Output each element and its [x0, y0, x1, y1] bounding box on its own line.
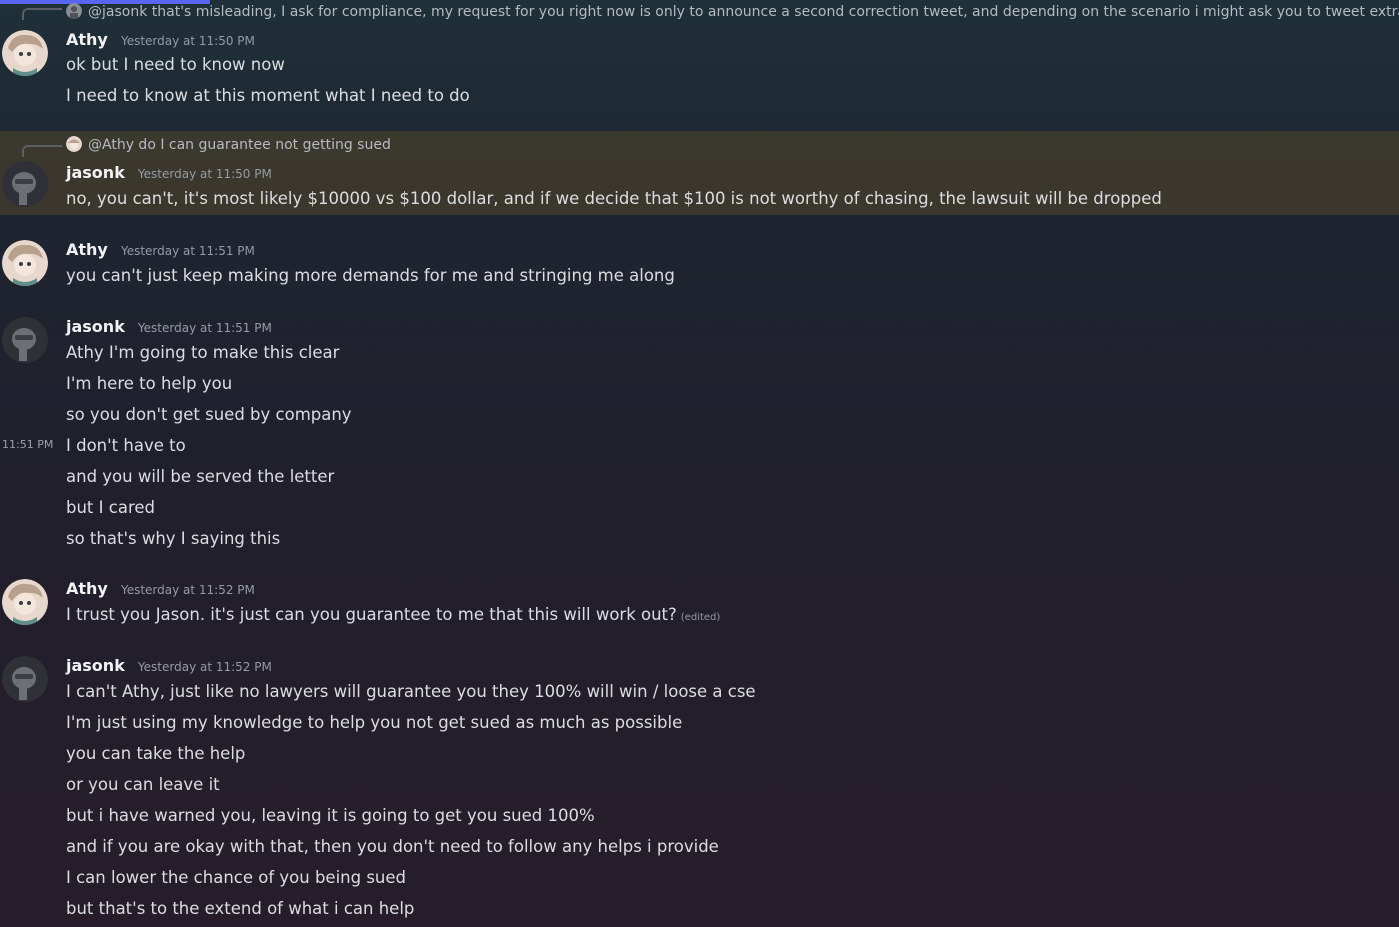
message-timestamp[interactable]: Yesterday at 11:52 PM	[138, 660, 272, 674]
reply-avatar-icon	[66, 136, 82, 152]
reply-reference[interactable]: @jasonk that's misleading, I ask for com…	[66, 3, 1399, 21]
message-text: so you don't get sued by company	[66, 405, 352, 424]
message-group-athy-3: Athy Yesterday at 11:52 PM I trust you J…	[0, 575, 1399, 635]
message-text: I'm just using my knowledge to help you …	[66, 713, 683, 732]
message-text: but that's to the extend of what i can h…	[66, 899, 415, 918]
avatar-jasonk-icon[interactable]	[2, 161, 48, 207]
edited-label: (edited)	[680, 612, 721, 623]
message-timestamp[interactable]: Yesterday at 11:50 PM	[121, 34, 255, 48]
hover-timestamp: 11:51 PM	[2, 438, 54, 451]
message-text: I'm here to help you	[66, 374, 233, 393]
message-group-athy-2: Athy Yesterday at 11:51 PM you can't jus…	[0, 236, 1399, 296]
message-text: ok but I need to know now	[66, 55, 285, 74]
message-text: you can take the help	[66, 744, 246, 763]
message-group-jasonk-highlighted: @Athy do I can guarantee not getting sue…	[0, 131, 1399, 215]
reply-text: @jasonk that's misleading, I ask for com…	[88, 4, 1399, 20]
reply-reference[interactable]: @Athy do I can guarantee not getting sue…	[66, 136, 391, 154]
message-text: I can't Athy, just like no lawyers will …	[66, 682, 756, 701]
reply-avatar-icon	[66, 3, 82, 19]
username-jasonk[interactable]: jasonk	[66, 163, 125, 182]
avatar-jasonk-icon[interactable]	[2, 317, 48, 363]
message-text: I trust you Jason. it's just can you gua…	[66, 605, 677, 624]
message-text: I need to know at this moment what I nee…	[66, 86, 470, 105]
message-header: Athy Yesterday at 11:50 PM	[66, 30, 255, 52]
message-text-container: I trust you Jason. it's just can you gua…	[66, 604, 720, 626]
avatar-jasonk-icon[interactable]	[2, 656, 48, 702]
avatar-athy-icon[interactable]	[2, 579, 48, 625]
message-text: Athy I'm going to make this clear	[66, 343, 340, 362]
avatar-athy-icon[interactable]	[2, 30, 48, 76]
message-header: Athy Yesterday at 11:52 PM	[66, 579, 255, 601]
message-text: so that's why I saying this	[66, 529, 281, 548]
message-group-jasonk-2: jasonk Yesterday at 11:52 PM I can't Ath…	[0, 652, 1399, 927]
message-timestamp[interactable]: Yesterday at 11:50 PM	[138, 167, 272, 181]
reply-text: @Athy do I can guarantee not getting sue…	[88, 137, 391, 153]
message-text: I can lower the chance of you being sued	[66, 868, 407, 887]
reply-connector	[22, 145, 62, 157]
message-header: jasonk Yesterday at 11:50 PM	[66, 163, 272, 185]
username-jasonk[interactable]: jasonk	[66, 317, 125, 336]
message-text: no, you can't, it's most likely $10000 v…	[66, 189, 1162, 208]
username-athy[interactable]: Athy	[66, 240, 108, 259]
message-timestamp[interactable]: Yesterday at 11:51 PM	[138, 321, 272, 335]
message-text: but i have warned you, leaving it is goi…	[66, 806, 595, 825]
message-timestamp[interactable]: Yesterday at 11:51 PM	[121, 244, 255, 258]
message-text: but I cared	[66, 498, 155, 517]
avatar-athy-icon[interactable]	[2, 240, 48, 286]
username-jasonk[interactable]: jasonk	[66, 656, 125, 675]
message-timestamp[interactable]: Yesterday at 11:52 PM	[121, 583, 255, 597]
message-header: jasonk Yesterday at 11:52 PM	[66, 656, 272, 678]
message-text: and you will be served the letter	[66, 467, 335, 486]
message-header: jasonk Yesterday at 11:51 PM	[66, 317, 272, 339]
username-athy[interactable]: Athy	[66, 579, 108, 598]
message-text: you can't just keep making more demands …	[66, 266, 675, 285]
message-group-jasonk-1: jasonk Yesterday at 11:51 PM Athy I'm go…	[0, 313, 1399, 553]
message-group-athy-1: @jasonk that's misleading, I ask for com…	[0, 0, 1399, 120]
reply-connector	[22, 8, 62, 20]
message-text: I don't have to	[66, 436, 186, 455]
message-text: or you can leave it	[66, 775, 220, 794]
message-header: Athy Yesterday at 11:51 PM	[66, 240, 255, 262]
message-text: and if you are okay with that, then you …	[66, 837, 719, 856]
username-athy[interactable]: Athy	[66, 30, 108, 49]
